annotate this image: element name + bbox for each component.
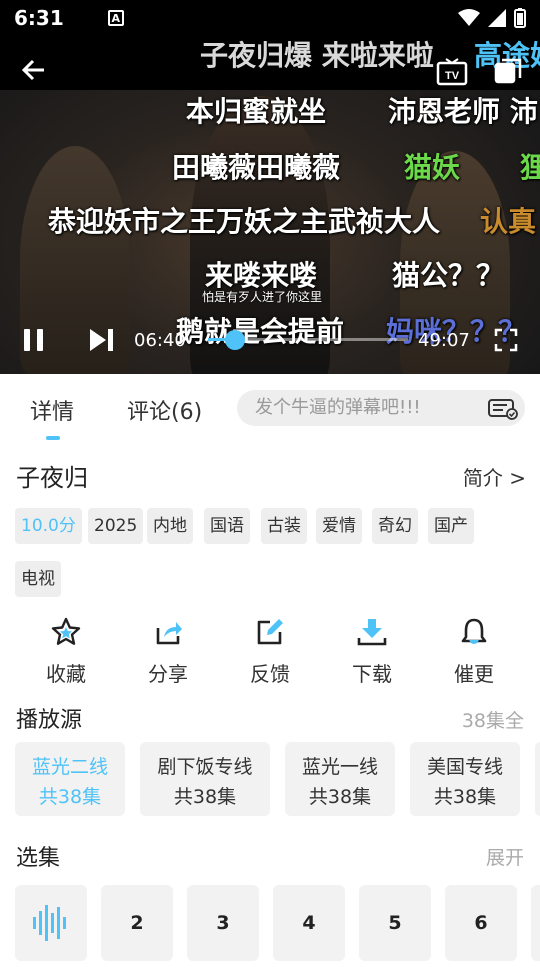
episode-section-title: 选集 xyxy=(16,846,61,871)
source-item-juxiafan[interactable]: 剧下饭专线 共38集 xyxy=(140,742,270,816)
status-bar: 6:31 A xyxy=(0,0,540,36)
danmaku-item: 子夜归爆 来啦来啦 xyxy=(200,39,434,72)
tag: 古装 xyxy=(261,508,307,544)
danmaku-input-placeholder: 发个牛逼的弹幕吧!!! xyxy=(255,397,421,418)
edit-icon xyxy=(257,619,283,645)
download-button[interactable]: 下载 xyxy=(332,616,412,687)
video-player[interactable]: 子夜归爆 来啦来啦 高途妈 TV 本归蜜就坐 沛恩老师 沛 田曦薇田曦薇 猫妖 … xyxy=(0,36,540,374)
battery-icon xyxy=(514,8,526,28)
action-bar: 收藏 分享 反馈 下载 催更 xyxy=(0,616,540,686)
picture-in-picture-icon[interactable] xyxy=(494,58,522,86)
episode-item[interactable]: 3 xyxy=(187,885,259,961)
source-item-bluray-1[interactable]: 蓝光一线 共38集 xyxy=(285,742,395,816)
episode-1-playing[interactable] xyxy=(15,885,87,961)
tag: 2025 xyxy=(88,508,144,544)
share-icon xyxy=(156,622,182,645)
total-time: 49:07 xyxy=(418,330,470,351)
a-badge-icon: A xyxy=(107,10,124,26)
source-name: 蓝光二线 xyxy=(31,756,108,778)
tag: 爱情 xyxy=(316,508,362,544)
source-item-partial[interactable] xyxy=(535,742,540,816)
danmaku-item: 沛恩老师 沛 xyxy=(388,95,538,128)
episode-item[interactable]: 5 xyxy=(359,885,431,961)
danmaku-item: 猫妖 xyxy=(404,151,461,184)
fullscreen-icon[interactable] xyxy=(494,328,518,352)
episode-item[interactable]: 4 xyxy=(273,885,345,961)
danmaku-item: 本归蜜就坐 xyxy=(186,95,327,128)
urge-update-button[interactable]: 催更 xyxy=(434,616,514,687)
expand-episodes-link[interactable]: 展开 xyxy=(486,843,524,870)
show-title: 子夜归 xyxy=(16,464,88,492)
source-count: 共38集 xyxy=(433,786,497,808)
danmaku-settings-icon[interactable] xyxy=(485,396,521,420)
source-name: 蓝光一线 xyxy=(301,756,378,778)
episode-item[interactable]: 2 xyxy=(101,885,173,961)
danmaku-item: 猫公？？ xyxy=(392,259,505,292)
tag: 电视 xyxy=(15,561,61,597)
danmaku-input[interactable]: 发个牛逼的弹幕吧!!! xyxy=(237,390,525,426)
episode-item-partial[interactable] xyxy=(531,885,540,961)
video-subtitle: 怕是有歹人进了你这里 xyxy=(202,290,323,304)
source-item-us[interactable]: 美国专线 共38集 xyxy=(410,742,520,816)
source-section-title: 播放源 xyxy=(16,708,83,733)
source-episode-count: 38集全 xyxy=(461,710,524,732)
favorite-label: 收藏 xyxy=(46,662,86,686)
progress-bar[interactable] xyxy=(208,330,408,350)
source-count: 共38集 xyxy=(38,786,102,808)
danmaku-item: 鹅就是会提前 xyxy=(176,315,345,348)
favorite-button[interactable]: 收藏 xyxy=(26,616,106,687)
danmaku-item: 恭迎妖市之王万妖之主武祯大人 xyxy=(48,205,441,238)
feedback-label: 反馈 xyxy=(250,662,290,686)
current-time: 06:40 xyxy=(134,330,186,351)
tag: 内地 xyxy=(147,508,193,544)
source-item-bluray-2[interactable]: 蓝光二线 共38集 xyxy=(15,742,125,816)
intro-link[interactable]: 简介 > xyxy=(463,462,526,491)
source-count: 共38集 xyxy=(308,786,372,808)
danmaku-item: 狸 xyxy=(520,151,540,184)
status-indicators xyxy=(458,8,526,28)
share-button[interactable]: 分享 xyxy=(128,616,208,687)
tag: 国语 xyxy=(204,508,250,544)
source-name: 美国专线 xyxy=(426,756,503,778)
share-label: 分享 xyxy=(148,662,188,686)
pause-icon[interactable] xyxy=(20,326,48,354)
star-icon xyxy=(51,617,81,645)
tab-details[interactable]: 详情 xyxy=(30,394,74,426)
tag: 奇幻 xyxy=(372,508,418,544)
score-tag: 10.0分 xyxy=(15,508,82,544)
show-title-row: 子夜归 简介 > xyxy=(16,458,526,494)
episode-item[interactable]: 6 xyxy=(445,885,517,961)
bell-icon xyxy=(461,618,487,644)
status-time: 6:31 xyxy=(14,6,64,30)
danmaku-item: 认真 xyxy=(480,205,537,238)
signal-icon xyxy=(488,9,506,27)
source-count: 共38集 xyxy=(173,786,237,808)
svg-text:TV: TV xyxy=(445,70,460,82)
tab-indicator xyxy=(46,436,60,440)
danmaku-item: 田曦薇田曦薇 xyxy=(172,151,341,184)
source-name: 剧下饭专线 xyxy=(157,756,253,778)
download-icon xyxy=(357,619,387,646)
back-arrow-icon[interactable] xyxy=(20,56,48,84)
tv-cast-icon[interactable]: TV xyxy=(436,58,468,86)
wifi-icon xyxy=(458,9,480,26)
playing-wave-icon xyxy=(33,905,66,941)
tab-comments[interactable]: 评论(6) xyxy=(127,394,202,426)
tag: 国产 xyxy=(428,508,474,544)
urge-update-label: 催更 xyxy=(454,662,494,686)
feedback-button[interactable]: 反馈 xyxy=(230,616,310,687)
download-label: 下载 xyxy=(352,662,392,686)
next-episode-icon[interactable] xyxy=(86,326,116,354)
